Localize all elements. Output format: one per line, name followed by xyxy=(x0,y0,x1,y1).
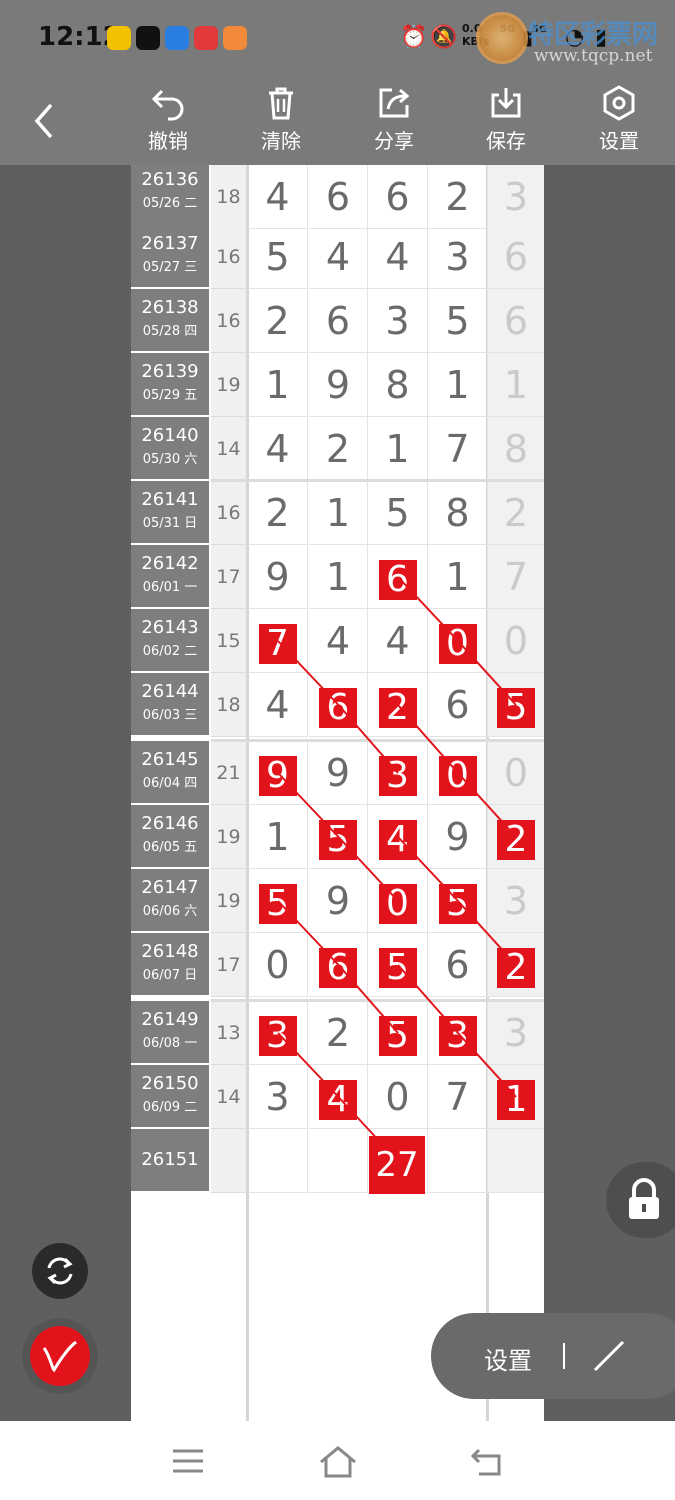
save-label: 保存 xyxy=(486,129,526,153)
connector-line xyxy=(337,704,399,774)
draw-mode-button[interactable] xyxy=(22,1318,98,1394)
back-nav-icon[interactable] xyxy=(469,1446,505,1478)
settings-label: 设置 xyxy=(599,129,639,153)
connector-lines xyxy=(277,576,517,1144)
share-icon xyxy=(379,88,410,118)
connector-line xyxy=(397,964,459,1034)
connector-line xyxy=(457,900,517,966)
lock-button[interactable] xyxy=(606,1162,675,1238)
mute-icon: 🔕 xyxy=(430,25,458,50)
toolbar: 撤销 清除 分享 保存 设置 xyxy=(0,75,675,165)
connector-line xyxy=(457,772,517,838)
connector-line xyxy=(397,836,459,902)
connector-line xyxy=(457,640,517,706)
connector-line xyxy=(277,900,340,966)
settings-hexagon-icon xyxy=(603,85,635,121)
menu-icon[interactable] xyxy=(171,1448,205,1474)
app-icon-orange xyxy=(223,26,247,50)
settings-pill-label: 设置 xyxy=(484,1347,532,1375)
connector-line xyxy=(277,640,340,706)
lock-icon xyxy=(629,1178,659,1219)
watermark-url: www.tqcp.net xyxy=(534,46,653,66)
line-tool-icon[interactable] xyxy=(589,1336,629,1376)
pen-stroke-icon xyxy=(42,1340,77,1373)
system-nav-bar xyxy=(0,1421,675,1500)
trash-icon xyxy=(269,87,293,120)
sync-icon xyxy=(47,1257,73,1285)
undo-button[interactable]: 撤销 xyxy=(128,85,208,160)
chevron-left-icon xyxy=(34,103,53,139)
home-icon[interactable] xyxy=(318,1445,358,1479)
clear-button[interactable]: 清除 xyxy=(241,85,321,160)
app-icon-blue xyxy=(165,26,189,50)
clear-label: 清除 xyxy=(261,129,301,153)
connector-line xyxy=(397,576,459,642)
left-margin xyxy=(0,165,131,1421)
app-icon-red xyxy=(194,26,218,50)
tiktok-icon xyxy=(136,26,160,50)
app-icon-yellow xyxy=(107,26,131,50)
sync-button[interactable] xyxy=(32,1243,88,1299)
back-button[interactable] xyxy=(22,95,66,145)
settings-pill[interactable]: 设置 xyxy=(431,1313,675,1399)
undo-icon xyxy=(151,89,184,121)
share-button[interactable]: 分享 xyxy=(354,85,434,160)
trend-chart-grid[interactable]: 26136 05/26 二 18 4 6 6 2 3 26137 05/27 三 16 5 4 4 3 6 26… xyxy=(131,165,544,1421)
connector-line xyxy=(277,772,340,838)
pill-divider xyxy=(563,1343,565,1369)
undo-label: 撤销 xyxy=(148,129,188,153)
connector-line xyxy=(337,836,399,902)
connector-line xyxy=(457,1032,517,1098)
download-icon xyxy=(491,88,521,118)
alarm-icon: ⏰ xyxy=(400,25,428,50)
prediction-box: 27 xyxy=(369,1136,425,1194)
watermark-logo-icon xyxy=(476,12,528,64)
share-label: 分享 xyxy=(374,129,414,153)
connector-line xyxy=(397,704,459,774)
status-bar: 12:12 ⏰ 🔕 0.0 KB/s 5G ▮ 5G ◔ ▮ 特区彩票网 www… xyxy=(0,0,675,75)
connector-line xyxy=(337,964,399,1034)
connector-line xyxy=(277,1032,340,1098)
settings-button[interactable]: 设置 xyxy=(579,85,659,160)
save-button[interactable]: 保存 xyxy=(466,85,546,160)
